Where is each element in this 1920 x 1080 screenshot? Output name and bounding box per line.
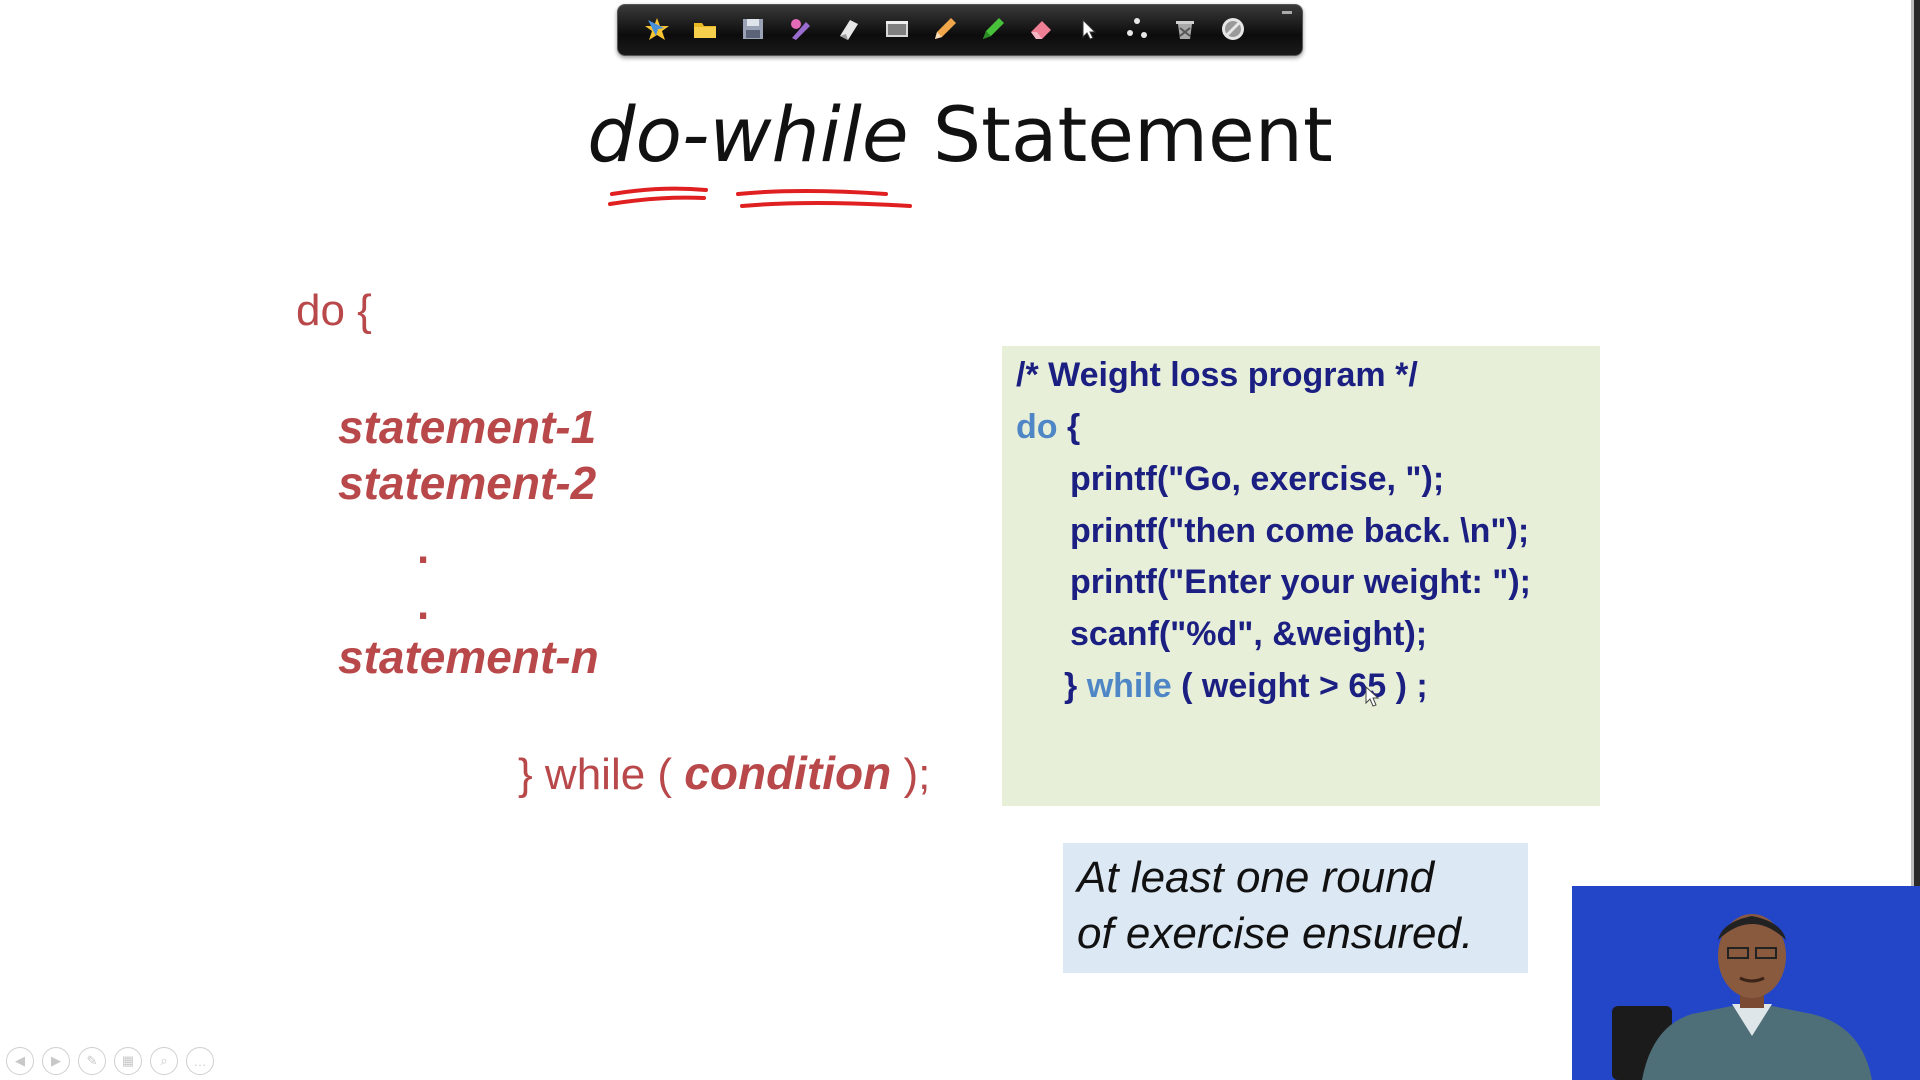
code-do-keyword: do: [1016, 408, 1058, 446]
code-line-scanf: scanf("%d", &weight);: [1070, 615, 1428, 653]
trash-icon[interactable]: [1170, 14, 1200, 44]
syntax-ellipsis-dot: .: [417, 580, 430, 629]
title-rest: Statement: [908, 90, 1333, 179]
pencil-icon[interactable]: [930, 14, 960, 44]
arrow-cursor-icon[interactable]: [1074, 14, 1104, 44]
code-line-printf-3: printf("Enter your weight: ");: [1070, 563, 1531, 601]
code-while-condition: ( weight > 65 ) ;: [1171, 667, 1428, 705]
code-example-box: /* Weight loss program */ do { printf("G…: [1002, 346, 1600, 806]
syntax-statement-2: statement-2: [338, 457, 597, 509]
note-box: At least one round of exercise ensured.: [1063, 843, 1528, 973]
syntax-do-open: do {: [296, 286, 372, 335]
code-line-printf-1: printf("Go, exercise, ");: [1070, 460, 1445, 498]
pen-icon[interactable]: ✎: [78, 1047, 106, 1075]
syntax-while-close: } while ( condition );: [518, 746, 930, 800]
highlighter-icon[interactable]: [978, 14, 1008, 44]
page-icon[interactable]: [834, 14, 864, 44]
folder-icon[interactable]: [690, 14, 720, 44]
slide-title: do-while Statement: [0, 90, 1920, 179]
title-keyword: do-while: [587, 90, 909, 179]
presenter-webcam: [1572, 886, 1920, 1080]
ink-underline: [608, 186, 912, 208]
presentation-controls: ◀ ▶ ✎ ▦ ⌕ …: [6, 1047, 214, 1075]
syntax-statement-1: statement-1: [338, 401, 597, 453]
eraser-icon[interactable]: [1026, 14, 1056, 44]
annotation-toolbar: [617, 4, 1303, 56]
code-close-brace: }: [1064, 667, 1087, 705]
pointer-star-icon[interactable]: [642, 14, 672, 44]
screen-icon[interactable]: [882, 14, 912, 44]
code-open-brace: {: [1057, 408, 1081, 446]
slides-icon[interactable]: ▦: [114, 1047, 142, 1075]
mouse-cursor-icon: [1365, 686, 1380, 707]
zoom-icon[interactable]: ⌕: [150, 1047, 178, 1075]
syntax-close-paren: );: [891, 750, 931, 799]
code-do-line: do {: [1016, 408, 1080, 447]
syntax-condition: condition: [684, 747, 892, 799]
more-icon[interactable]: …: [186, 1047, 214, 1075]
syntax-while-keyword: } while (: [518, 750, 685, 799]
previous-icon[interactable]: ◀: [6, 1047, 34, 1075]
code-comment: /* Weight loss program */: [1016, 356, 1418, 394]
syntax-ellipsis-dot: .: [417, 524, 430, 573]
stop-icon[interactable]: [1218, 14, 1248, 44]
save-icon[interactable]: [738, 14, 768, 44]
pen-color-icon[interactable]: [786, 14, 816, 44]
next-icon[interactable]: ▶: [42, 1047, 70, 1075]
note-line-1: At least one round: [1077, 853, 1435, 902]
code-while-keyword: while: [1086, 667, 1172, 705]
syntax-statement-n: statement-n: [338, 631, 599, 683]
presenter-video-frame: [1572, 886, 1920, 1080]
note-line-2: of exercise ensured.: [1077, 909, 1474, 958]
toolbar-minimize-icon[interactable]: [1282, 11, 1292, 14]
share-icon[interactable]: [1122, 14, 1152, 44]
code-line-printf-2: printf("then come back. \n");: [1070, 512, 1530, 550]
